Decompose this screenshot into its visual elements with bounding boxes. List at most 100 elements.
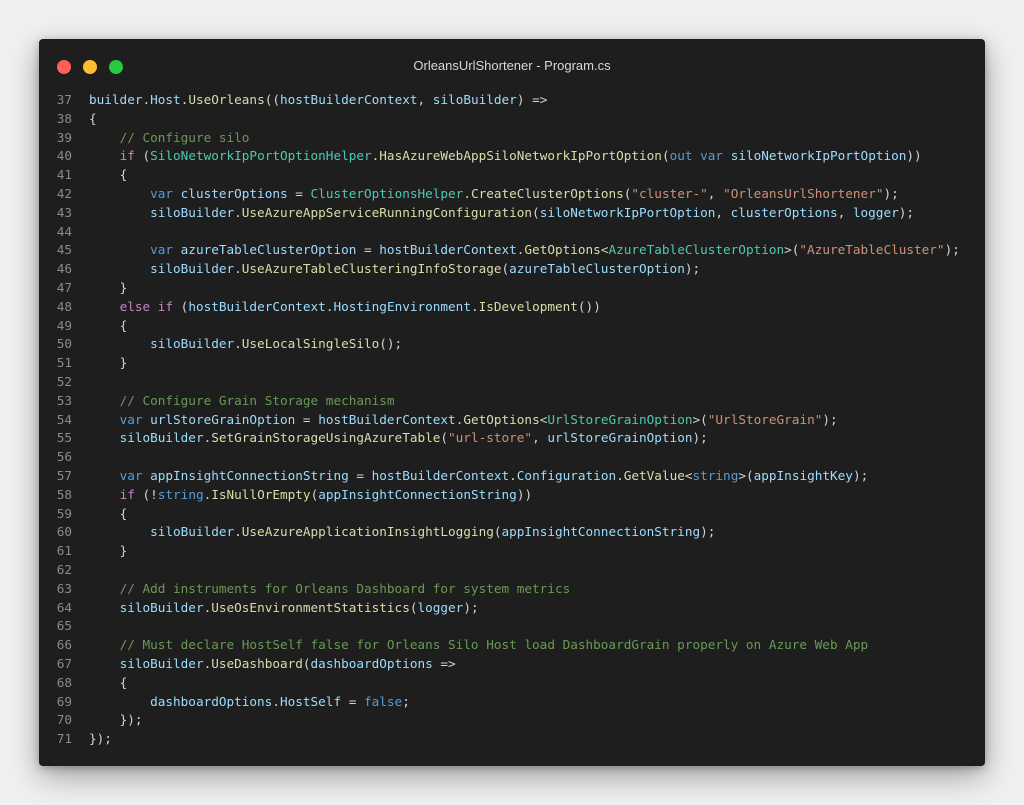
line-number: 50 bbox=[56, 336, 72, 352]
code-token: ); bbox=[463, 599, 479, 615]
line-number: 64 bbox=[56, 599, 72, 615]
code-text: var appInsightConnectionString = hostBui… bbox=[89, 467, 869, 486]
code-token: . bbox=[234, 524, 242, 540]
code-text: }); bbox=[89, 730, 112, 749]
line-number: 47 bbox=[56, 279, 72, 295]
code-token: ) => bbox=[516, 92, 548, 107]
code-line: 54 var urlStoreGrainOption = hostBuilder… bbox=[39, 411, 985, 430]
code-text: siloBuilder.UseAzureApplicationInsightLo… bbox=[89, 523, 715, 542]
code-line: 67 siloBuilder.UseDashboard(dashboardOpt… bbox=[39, 655, 985, 674]
code-line: 63 // Add instruments for Orleans Dashbo… bbox=[39, 580, 985, 599]
code-token: UrlStoreGrainOption bbox=[547, 411, 693, 427]
code-line: 50 siloBuilder.UseLocalSingleSilo(); bbox=[39, 335, 985, 354]
code-token: IsNullOrEmpty bbox=[211, 486, 311, 502]
code-token: // Add instruments for Orleans Dashboard… bbox=[119, 580, 571, 596]
code-token: (( bbox=[264, 92, 280, 107]
code-window: OrleansUrlShortener - Program.cs 37 build… bbox=[39, 39, 985, 766]
code-line: 68 { bbox=[39, 674, 985, 693]
code-token: SetGrainStorageUsingAzureTable bbox=[211, 430, 441, 446]
code-token: siloBuilder bbox=[432, 92, 517, 107]
code-token: { bbox=[119, 674, 128, 690]
code-token: if bbox=[157, 298, 174, 314]
code-token: GetOptions bbox=[524, 242, 601, 258]
code-editor[interactable]: 37 builder.Host.UseOrleans((hostBuilderCo… bbox=[39, 91, 985, 749]
code-token: { bbox=[119, 317, 128, 333]
code-text: builder.Host.UseOrleans((hostBuilderCont… bbox=[89, 91, 547, 110]
code-token: var bbox=[700, 148, 724, 164]
code-text: else if (hostBuilderContext.HostingEnvir… bbox=[89, 298, 601, 317]
code-token: UseAzureAppServiceRunningConfiguration bbox=[241, 204, 533, 220]
line-number: 58 bbox=[56, 486, 72, 502]
code-token: >( bbox=[738, 467, 754, 483]
line-number: 54 bbox=[56, 411, 72, 427]
line-number: 45 bbox=[56, 242, 72, 258]
code-token: SiloNetworkIpPortOptionHelper bbox=[150, 148, 372, 164]
line-number: 71 bbox=[56, 731, 72, 747]
code-token: )) bbox=[516, 486, 533, 502]
code-text: siloBuilder.UseAzureAppServiceRunningCon… bbox=[89, 204, 914, 223]
code-token: } bbox=[119, 543, 128, 559]
code-token: , bbox=[837, 204, 853, 220]
code-token: appInsightConnectionString bbox=[318, 486, 517, 502]
code-token: , bbox=[715, 204, 731, 220]
code-token: AzureTableClusterOption bbox=[608, 242, 785, 258]
code-token: var bbox=[150, 185, 174, 201]
code-text: { bbox=[89, 110, 97, 129]
code-line: 52 bbox=[39, 373, 985, 392]
code-token: { bbox=[119, 505, 128, 521]
code-token: . bbox=[234, 261, 242, 277]
code-token: ); bbox=[883, 185, 899, 201]
code-token: = bbox=[295, 411, 319, 427]
code-token: ( bbox=[134, 148, 151, 164]
code-token: { bbox=[119, 167, 128, 183]
line-number: 55 bbox=[56, 430, 72, 446]
code-token: // Configure silo bbox=[119, 129, 250, 145]
code-token: siloBuilder bbox=[150, 261, 235, 277]
code-token: appInsightConnectionString bbox=[150, 467, 349, 483]
code-token: urlStoreGrainOption bbox=[150, 411, 296, 427]
title-bar: OrleansUrlShortener - Program.cs bbox=[39, 39, 985, 95]
code-line: 44 bbox=[39, 223, 985, 242]
code-token: < bbox=[684, 467, 693, 483]
code-token: string bbox=[157, 486, 204, 502]
code-token: hostBuilderContext bbox=[280, 92, 418, 107]
code-token: }); bbox=[119, 712, 143, 728]
code-token: azureTableClusterOption bbox=[509, 261, 685, 277]
code-token: appInsightKey bbox=[753, 467, 853, 483]
code-token: ( bbox=[532, 204, 540, 220]
line-number: 44 bbox=[56, 223, 72, 239]
code-token: hostBuilderContext bbox=[318, 411, 456, 427]
code-line: 46 siloBuilder.UseAzureTableClusteringIn… bbox=[39, 260, 985, 279]
code-token: siloBuilder bbox=[119, 430, 204, 446]
code-token: false bbox=[364, 693, 403, 709]
line-number: 40 bbox=[56, 148, 72, 164]
code-token: // Configure Grain Storage mechanism bbox=[119, 392, 395, 408]
line-number: 41 bbox=[56, 167, 72, 183]
code-line: 65 bbox=[39, 617, 985, 636]
code-token: (! bbox=[134, 486, 158, 502]
line-number: 53 bbox=[56, 392, 72, 408]
code-token: ( bbox=[501, 261, 510, 277]
code-token: "url-store" bbox=[448, 430, 533, 446]
line-number: 52 bbox=[56, 373, 72, 389]
code-line: 62 bbox=[39, 561, 985, 580]
line-number: 57 bbox=[56, 467, 72, 483]
code-text: { bbox=[89, 674, 128, 693]
line-number: 37 bbox=[56, 92, 72, 107]
